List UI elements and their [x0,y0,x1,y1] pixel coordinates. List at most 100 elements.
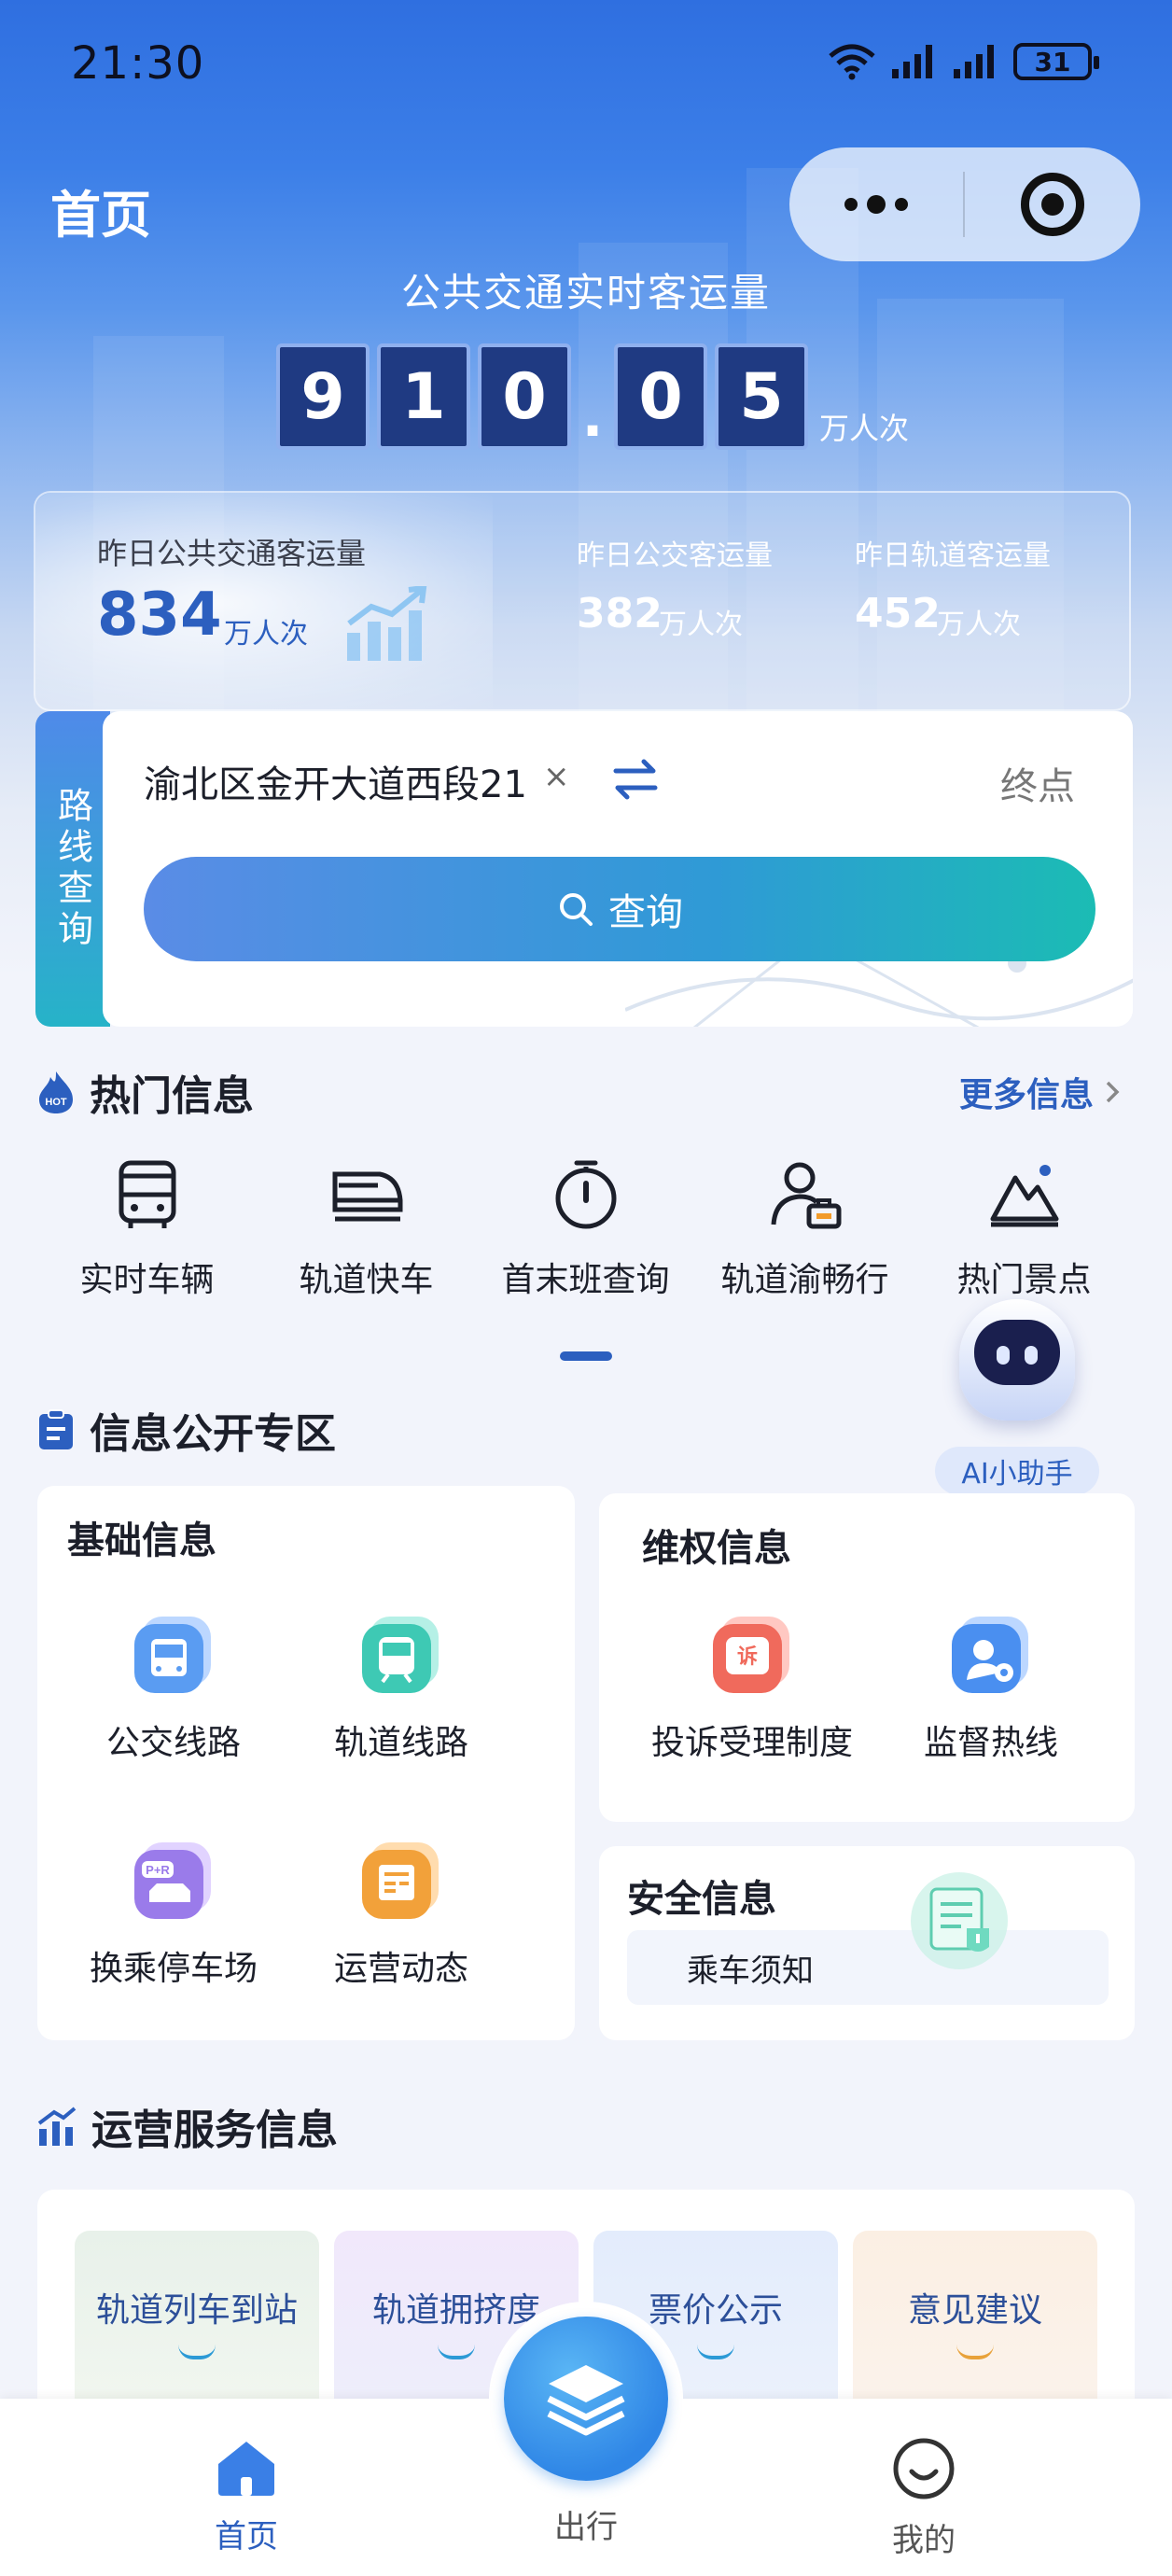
tab-home-label: 首页 [215,2518,278,2555]
search-button[interactable]: 查询 [144,857,1095,961]
search-button-label: 查询 [608,891,683,934]
news-icon [362,1842,439,1919]
counter-digit: 0 [478,343,571,450]
document-shield-icon [911,1872,1008,1969]
clear-start-button[interactable]: × [543,758,570,795]
hot-item-first-last-bus[interactable]: 首末班查询 [476,1157,695,1307]
counter-unit: 万人次 [819,411,910,446]
ai-assistant-label: AI小助手 [935,1447,1099,1495]
hot-item-label: 轨道快车 [299,1261,434,1299]
counter-digit: 9 [276,343,370,450]
swap-icon[interactable] [607,750,664,808]
travel-center-button[interactable] [489,2302,683,2496]
growth-chart-icon [347,586,427,661]
route-search-card: 渝北区金开大道西段21 × 终点 查询 [103,711,1133,1027]
hot-item-label: 首末班查询 [501,1261,670,1299]
yesterday-bus-unit: 万人次 [659,609,743,641]
hot-item-rail-pass[interactable]: 轨道渝畅行 [695,1157,914,1307]
tab-home[interactable]: 首页 [153,2436,340,2556]
more-info-link[interactable]: 更多信息 [959,1068,1122,1116]
close-program-button[interactable] [965,173,1140,236]
rights-item-label: 投诉受理制度 [650,1724,853,1762]
rail-route-icon [362,1617,439,1693]
svg-text:诉: 诉 [737,1645,758,1669]
target-icon [1021,173,1084,236]
person-ticket-icon [771,1162,841,1229]
tab-mine-label: 我的 [892,2522,956,2559]
more-info-label: 更多信息 [959,1076,1095,1114]
hotline-icon [952,1617,1028,1693]
service-label: 意见建议 [907,2291,1042,2330]
hot-item-realtime-vehicles[interactable]: 实时车辆 [37,1157,257,1307]
hot-item-label: 热门景点 [956,1261,1092,1299]
yesterday-total-label: 昨日公共交通客运量 [97,536,367,571]
train-icon [332,1171,402,1222]
svg-text:P+R: P+R [146,1863,170,1877]
service-label: 轨道列车到站 [95,2291,298,2330]
basic-info-panel: 基础信息 公交线路 轨道线路 P+R 换乘停车场 运营动态 [37,1486,575,2040]
service-label: 轨道拥挤度 [371,2291,540,2330]
tab-mine[interactable]: 我的 [830,2436,1017,2560]
mountain-icon [990,1165,1058,1227]
yesterday-stats: 昨日公共交通客运量 834 万人次 昨日公交客运量 382 万人次 昨日轨道客运… [34,491,1131,713]
rights-info-panel: 维权信息 诉 投诉受理制度 监督热线 [599,1493,1135,1822]
route-search-tag: 路线查询 [35,711,110,1027]
bus-icon [119,1160,175,1228]
yesterday-total-unit: 万人次 [224,618,308,651]
clipboard-icon [39,1409,73,1449]
smile-face-icon [893,2438,955,2499]
yesterday-total-value: 834 [97,581,222,650]
counter-decimal-point: . [581,385,604,450]
battery-indicator: 31 [1013,43,1099,80]
hot-item-label: 实时车辆 [79,1261,215,1299]
hot-item-label: 轨道渝畅行 [720,1261,889,1299]
riding-notice-label: 乘车须知 [687,1952,814,1990]
operation-title: 运营服务信息 [91,2107,338,2154]
rights-item-label: 监督热线 [923,1724,1058,1762]
page-indicator [560,1351,612,1361]
rights-info-title: 维权信息 [642,1527,791,1570]
mini-program-capsule [789,147,1140,261]
counter-digit: 5 [715,343,808,450]
hot-info-list: 实时车辆 轨道快车 首末班查询 轨道渝畅行 热门景点 [37,1157,1135,1307]
bar-chart-icon [37,2107,77,2146]
hot-item-scenic-spots[interactable]: 热门景点 [914,1157,1134,1307]
yesterday-bus-value: 382 [577,590,663,637]
ai-assistant-button[interactable]: AI小助手 [935,1299,1099,1497]
safety-info-panel: 安全信息 乘车须知 [599,1846,1135,2040]
wifi-icon [829,44,875,80]
counter-digit: 0 [614,343,707,450]
route-search: 路线查询 渝北区金开大道西段21 × 终点 查询 [35,711,1133,1027]
service-label: 票价公示 [648,2291,783,2330]
riding-notice-item[interactable]: 乘车须知 [627,1930,1109,2005]
safety-info-title: 安全信息 [627,1878,776,1921]
home-icon [218,2442,274,2496]
hot-item-rail-express[interactable]: 轨道快车 [257,1157,476,1307]
basic-info-title: 基础信息 [67,1519,216,1562]
basic-item-label: 换乘停车场 [89,1950,258,1988]
complaint-icon: 诉 [713,1617,789,1693]
more-menu-button[interactable] [789,147,963,261]
svg-text:HOT: HOT [45,1097,67,1108]
hot-fire-icon: HOT [39,1071,73,1113]
yesterday-bus-label: 昨日公交客运量 [577,539,773,572]
end-location-input[interactable]: 终点 [1000,756,1075,810]
signal-2-icon [954,45,994,78]
realtime-counter: 9 1 0 . 0 5 万人次 [276,343,909,450]
status-bar: 21:30 31 [0,0,1172,131]
yesterday-rail-value: 452 [855,590,941,637]
tab-travel[interactable]: 出行 [493,2501,679,2547]
yesterday-rail-unit: 万人次 [937,609,1021,641]
start-location-input[interactable]: 渝北区金开大道西段21 [144,754,536,808]
disclosure-header: 信息公开专区 [35,1400,336,1460]
search-icon [560,893,593,926]
realtime-title: 公共交通实时客运量 [400,270,771,315]
robot-icon [959,1299,1075,1421]
basic-item-label: 公交线路 [105,1724,241,1762]
yesterday-rail-label: 昨日轨道客运量 [855,539,1051,572]
page-title: 首页 [50,186,151,245]
bus-route-icon [134,1617,211,1693]
hot-info-title: 热门信息 [90,1072,254,1120]
status-time: 21:30 [71,37,205,90]
counter-digit: 1 [377,343,470,450]
